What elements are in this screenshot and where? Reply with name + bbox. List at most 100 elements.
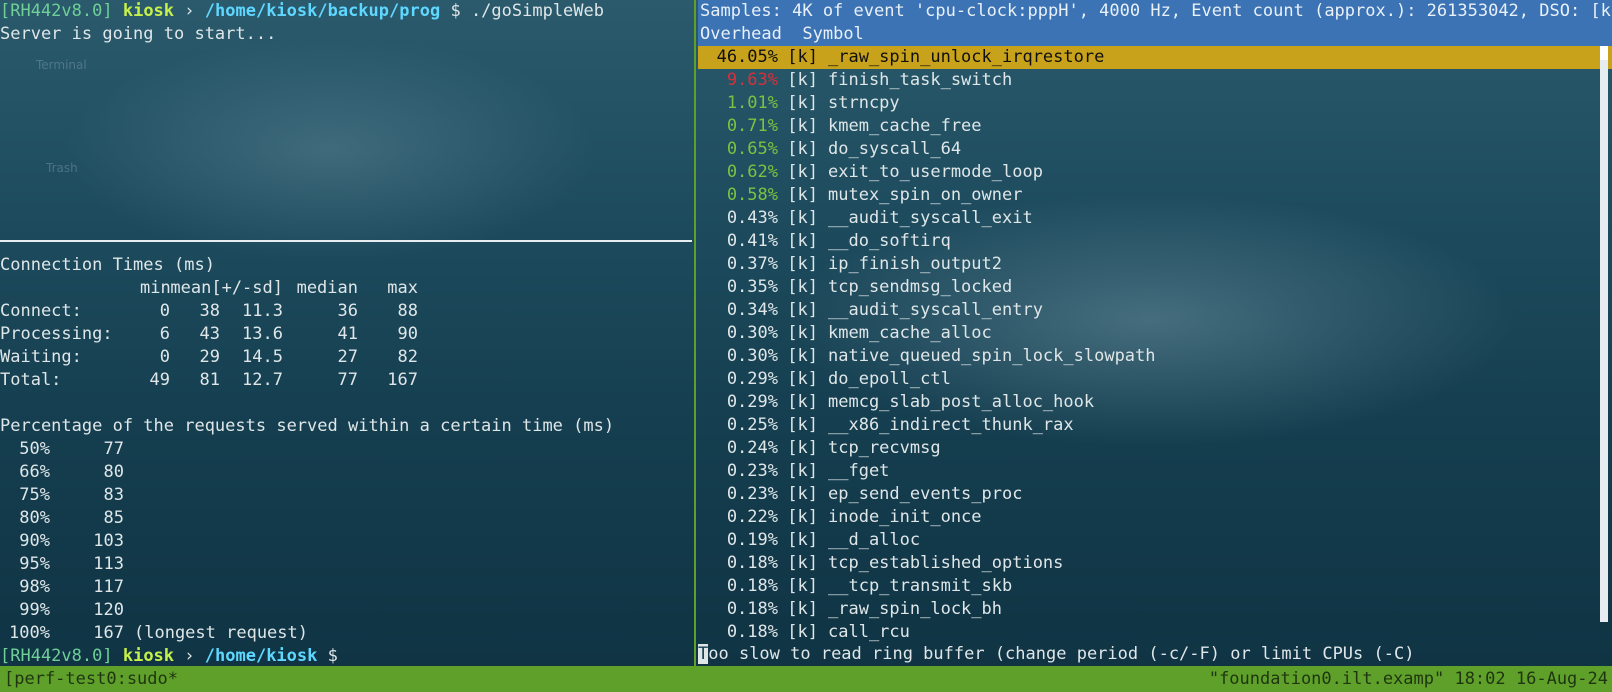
percentile-note bbox=[124, 530, 134, 553]
percentile-value: 66% bbox=[19, 462, 50, 482]
terminal-cursor: T bbox=[698, 644, 709, 664]
row-min: 0 bbox=[159, 347, 170, 367]
prompt-command: ./goSimpleWeb bbox=[470, 1, 604, 21]
symbol-type: [k] bbox=[787, 415, 818, 435]
perf-header: Samples: 4K of event 'cpu-clock:pppH', 4… bbox=[698, 0, 1612, 46]
perf-row[interactable]: 0.41% [k] __do_softirq bbox=[698, 230, 1612, 253]
perf-row[interactable]: 0.30% [k] kmem_cache_alloc bbox=[698, 322, 1612, 345]
symbol-name: inode_init_once bbox=[828, 507, 982, 527]
overhead-value: 0.23% bbox=[726, 484, 778, 504]
percentile-time: 77 bbox=[103, 439, 124, 459]
symbol-name: tcp_established_options bbox=[828, 553, 1064, 573]
percentile-time: 120 bbox=[93, 600, 124, 620]
perf-symbol-list[interactable]: 46.05% [k] _raw_spin_unlock_irqrestore 9.63… bbox=[698, 46, 1612, 644]
overhead-value: 0.30% bbox=[726, 323, 778, 343]
percentile-time: 103 bbox=[93, 531, 124, 551]
perf-row[interactable]: 0.18% [k] _raw_spin_lock_bh bbox=[698, 598, 1612, 621]
overhead-value: 0.29% bbox=[726, 392, 778, 412]
header-median: median bbox=[296, 278, 358, 298]
perf-row[interactable]: 0.23% [k] __fget bbox=[698, 460, 1612, 483]
perf-row[interactable]: 0.25% [k] __x86_indirect_thunk_rax bbox=[698, 414, 1612, 437]
perf-row[interactable]: 0.62% [k] exit_to_usermode_loop bbox=[698, 161, 1612, 184]
symbol-name: tcp_recvmsg bbox=[828, 438, 941, 458]
percentile-time: 167 bbox=[93, 623, 124, 643]
prompt-path: /home/kiosk/backup/prog bbox=[204, 1, 441, 21]
perf-row[interactable]: 0.29% [k] memcg_slab_post_alloc_hook bbox=[698, 391, 1612, 414]
percentile-note bbox=[124, 461, 134, 484]
row-min: 0 bbox=[159, 301, 170, 321]
perf-top-pane[interactable]: Samples: 4K of event 'cpu-clock:pppH', 4… bbox=[698, 0, 1612, 666]
perf-status-message: Too slow to read ring buffer (change per… bbox=[698, 643, 1612, 666]
symbol-name: ip_finish_output2 bbox=[828, 254, 1002, 274]
symbol-type: [k] bbox=[787, 599, 818, 619]
perf-row[interactable]: 0.19% [k] __d_alloc bbox=[698, 529, 1612, 552]
symbol-type: [k] bbox=[787, 47, 818, 67]
percentile-row: 66% 80 bbox=[0, 461, 692, 484]
overhead-value: 0.29% bbox=[726, 369, 778, 389]
perf-row[interactable]: 0.43% [k] __audit_syscall_exit bbox=[698, 207, 1612, 230]
overhead-value: 0.62% bbox=[726, 162, 778, 182]
perf-row[interactable]: 0.34% [k] __audit_syscall_entry bbox=[698, 299, 1612, 322]
perf-row[interactable]: 0.29% [k] do_epoll_ctl bbox=[698, 368, 1612, 391]
perf-row[interactable]: 46.05% [k] _raw_spin_unlock_irqrestore bbox=[698, 46, 1612, 69]
symbol-type: [k] bbox=[787, 553, 818, 573]
overhead-value: 0.58% bbox=[726, 185, 778, 205]
percentile-time: 85 bbox=[103, 508, 124, 528]
tmux-window-list[interactable]: [perf-test0:sudo* bbox=[0, 668, 182, 691]
header-mean-sd: mean[+/-sd] bbox=[170, 278, 283, 298]
column-overhead[interactable]: Overhead bbox=[700, 24, 782, 44]
row-mean: 29 bbox=[199, 347, 220, 367]
percentile-note bbox=[124, 484, 134, 507]
symbol-name: memcg_slab_post_alloc_hook bbox=[828, 392, 1095, 412]
perf-row[interactable]: 1.01% [k] strncpy bbox=[698, 92, 1612, 115]
perf-row[interactable]: 0.18% [k] call_rcu bbox=[698, 621, 1612, 644]
row-label: Total: bbox=[0, 370, 62, 390]
perf-row[interactable]: 0.18% [k] __tcp_transmit_skb bbox=[698, 575, 1612, 598]
row-label: Connect: bbox=[0, 301, 82, 321]
terminal-pane-bottom-left[interactable]: Connection Times (ms) min mean[+/-sd] medi… bbox=[0, 242, 692, 666]
column-symbol[interactable]: Symbol bbox=[802, 24, 863, 44]
row-min: 6 bbox=[159, 324, 170, 344]
perf-row[interactable]: 0.71% [k] kmem_cache_free bbox=[698, 115, 1612, 138]
perf-row[interactable]: 0.35% [k] tcp_sendmsg_locked bbox=[698, 276, 1612, 299]
terminal-pane-top-left[interactable]: [RH442v8.0] kiosk › /home/kiosk/backup/p… bbox=[0, 0, 692, 240]
row-max: 88 bbox=[397, 301, 418, 321]
pane-divider-vertical[interactable] bbox=[694, 0, 696, 666]
perf-row[interactable]: 0.24% [k] tcp_recvmsg bbox=[698, 437, 1612, 460]
symbol-name: __d_alloc bbox=[828, 530, 921, 550]
symbol-name: __audit_syscall_exit bbox=[828, 208, 1033, 228]
symbol-name: __fget bbox=[828, 461, 890, 481]
row-median: 77 bbox=[337, 370, 358, 390]
percentile-value: 80% bbox=[19, 508, 50, 528]
overhead-value: 0.18% bbox=[726, 599, 778, 619]
row-max: 167 bbox=[387, 370, 418, 390]
percentile-time: 83 bbox=[103, 485, 124, 505]
percentile-value: 75% bbox=[19, 485, 50, 505]
overhead-value: 0.22% bbox=[726, 507, 778, 527]
percentile-value: 99% bbox=[19, 600, 50, 620]
symbol-type: [k] bbox=[787, 277, 818, 297]
header-max: max bbox=[387, 278, 418, 298]
percentile-row: 90% 103 bbox=[0, 530, 692, 553]
perf-row[interactable]: 9.63% [k] finish_task_switch bbox=[698, 69, 1612, 92]
perf-row[interactable]: 0.18% [k] tcp_established_options bbox=[698, 552, 1612, 575]
perf-row[interactable]: 0.22% [k] inode_init_once bbox=[698, 506, 1612, 529]
connection-times-title: Connection Times (ms) bbox=[0, 255, 215, 275]
perf-row[interactable]: 0.58% [k] mutex_spin_on_owner bbox=[698, 184, 1612, 207]
prompt-separator: › bbox=[184, 646, 195, 666]
percentile-note bbox=[124, 599, 134, 622]
perf-row[interactable]: 0.65% [k] do_syscall_64 bbox=[698, 138, 1612, 161]
perf-row[interactable]: 0.30% [k] native_queued_spin_lock_slowpath bbox=[698, 345, 1612, 368]
row-sd: 14.5 bbox=[242, 347, 283, 367]
perf-row[interactable]: 0.37% [k] ip_finish_output2 bbox=[698, 253, 1612, 276]
perf-row[interactable]: 0.23% [k] ep_send_events_proc bbox=[698, 483, 1612, 506]
prompt-path: /home/kiosk bbox=[204, 646, 318, 666]
symbol-type: [k] bbox=[787, 208, 818, 228]
server-output-line: Server is going to start... bbox=[0, 24, 277, 44]
symbol-type: [k] bbox=[787, 116, 818, 136]
symbol-name: __tcp_transmit_skb bbox=[828, 576, 1013, 596]
row-max: 90 bbox=[397, 324, 418, 344]
perf-scrollbar[interactable] bbox=[1600, 46, 1608, 622]
scrollbar-thumb[interactable] bbox=[1600, 46, 1608, 60]
symbol-type: [k] bbox=[787, 484, 818, 504]
